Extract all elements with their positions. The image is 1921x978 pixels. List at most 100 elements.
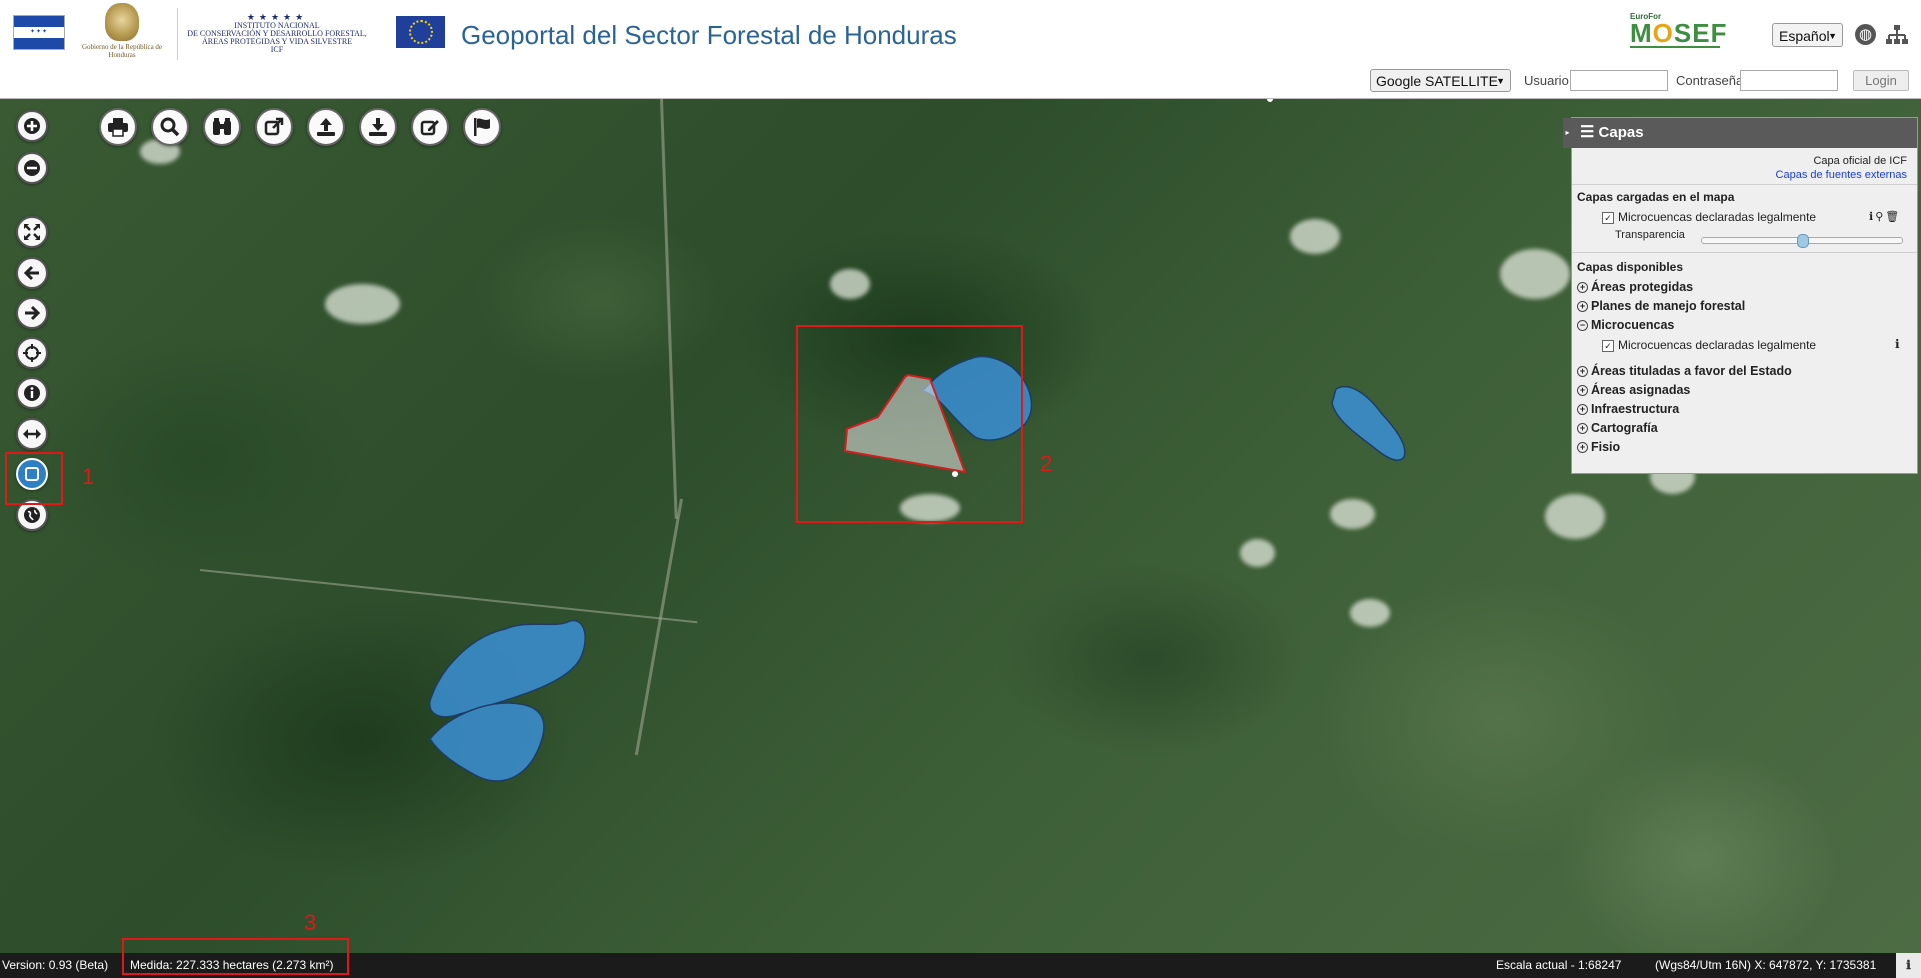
zoom-to-layer-icon[interactable]: ⚲ (1875, 210, 1883, 223)
version-text: Version: 0.93 (Beta) (2, 958, 109, 972)
layer-group-label: Áreas protegidas (1591, 280, 1694, 294)
loaded-layer-label: Microcuencas declaradas legalmente (1618, 210, 1817, 224)
layer-group-cartografia[interactable]: + Cartografía (1577, 421, 1658, 435)
find-button[interactable] (203, 108, 241, 146)
sublayer-checkbox[interactable]: ✓ (1602, 339, 1614, 352)
coat-of-arms-icon (105, 3, 139, 41)
search-button[interactable] (151, 108, 189, 146)
annotation-number-1: 1 (82, 464, 95, 489)
bookmark-button[interactable] (463, 108, 501, 146)
zoom-out-button[interactable] (16, 152, 48, 184)
vertex-handle (1267, 99, 1273, 102)
basemap-value: Google SATELLITE (1376, 73, 1498, 89)
login-button[interactable]: Login (1853, 70, 1909, 91)
external-layers-link[interactable]: Capas de fuentes externas (1776, 169, 1907, 181)
share-button[interactable] (255, 108, 293, 146)
mosef-text: MOSEF (1630, 18, 1726, 48)
layer-group-label: Planes de manejo forestal (1591, 299, 1746, 313)
layer-group-label: Infraestructura (1591, 402, 1680, 416)
header: ✦✦✦ Gobierno de la República de Honduras… (0, 0, 1921, 99)
menu-icon: ☰ (1580, 124, 1595, 141)
expand-icon: + (1577, 385, 1588, 397)
measure-distance-button[interactable] (16, 418, 48, 450)
minus-icon (24, 160, 40, 176)
external-link-icon (264, 117, 284, 136)
layer-group-fisio[interactable]: + Fisio (1577, 440, 1620, 454)
trash-icon[interactable]: 🗑 (1885, 210, 1899, 223)
arrow-left-icon (23, 265, 39, 281)
annotation-box-2 (796, 325, 1023, 523)
identify-button[interactable] (16, 377, 48, 409)
globe-icon[interactable]: ◍ (1855, 24, 1876, 45)
layer-group-areas-tituladas[interactable]: + Áreas tituladas a favor del Estado (1577, 364, 1792, 378)
official-layers-link[interactable]: Capa oficial de ICF (1813, 155, 1907, 167)
honduras-flag-icon: ✦✦✦ (13, 15, 65, 50)
username-input[interactable] (1570, 70, 1668, 91)
layer-group-areas-protegidas[interactable]: + Áreas protegidas (1577, 280, 1693, 294)
layer-group-label: Cartografía (1591, 421, 1658, 435)
password-label: Contraseña (1676, 73, 1744, 88)
upload-icon (317, 118, 335, 136)
panel-separator (1572, 184, 1917, 185)
transparency-slider-knob[interactable] (1797, 234, 1809, 248)
previous-view-button[interactable] (16, 257, 48, 289)
loaded-layer-actions: ℹ ⚲ 🗑 (1867, 209, 1899, 223)
layer-group-planes-manejo[interactable]: + Planes de manejo forestal (1577, 299, 1745, 313)
basemap-select[interactable]: Google SATELLITE ▼ (1370, 69, 1511, 92)
search-icon (160, 117, 180, 137)
edit-button[interactable] (411, 108, 449, 146)
plus-icon (24, 118, 40, 134)
annotation-box-1 (5, 452, 63, 505)
print-button[interactable] (99, 108, 137, 146)
microcuenca-polygon[interactable] (1331, 386, 1406, 461)
binoculars-icon (213, 118, 231, 135)
next-view-button[interactable] (16, 297, 48, 329)
layer-group-infraestructura[interactable]: + Infraestructura (1577, 402, 1679, 416)
expand-icon: + (1577, 366, 1588, 378)
info-icon[interactable]: ℹ (1896, 953, 1921, 978)
layers-panel-title: Capas (1598, 124, 1644, 141)
panel-separator (1572, 252, 1917, 253)
crosshair-icon (23, 344, 41, 362)
full-extent-button[interactable] (16, 216, 48, 248)
logo-divider (177, 8, 178, 60)
expand-icon (24, 224, 40, 240)
chevron-down-icon: ▼ (1496, 76, 1505, 86)
collapse-icon: − (1577, 320, 1588, 332)
zoom-in-button[interactable] (16, 110, 48, 142)
loaded-layer-checkbox[interactable]: ✓ (1602, 211, 1614, 224)
mosef-o: O (1652, 18, 1674, 48)
pan-button[interactable] (16, 337, 48, 369)
expand-icon: + (1577, 404, 1588, 416)
printer-icon (108, 118, 128, 137)
mosef-m: M (1630, 18, 1653, 48)
layer-group-areas-asignadas[interactable]: + Áreas asignadas (1577, 383, 1690, 397)
government-logo-text: Gobierno de la República de Honduras (81, 43, 163, 59)
username-label: Usuario (1524, 73, 1569, 88)
info-icon[interactable]: ℹ (1869, 210, 1873, 223)
layers-panel: ▸ ☰ Capas Capa oficial de ICF Capas de f… (1563, 117, 1918, 474)
password-input[interactable] (1740, 70, 1838, 91)
loaded-layers-heading: Capas cargadas en el mapa (1577, 190, 1735, 204)
loaded-layer-row: ✓ Microcuencas declaradas legalmente (1602, 210, 1816, 224)
download-button[interactable] (359, 108, 397, 146)
measure-result: Medida: 227.333 hectares (2.273 km²) (130, 958, 334, 972)
mosef-rest: SEF (1673, 18, 1728, 48)
layer-group-microcuencas[interactable]: − Microcuencas (1577, 318, 1674, 332)
expand-icon: + (1577, 423, 1588, 435)
info-icon (24, 385, 40, 401)
current-scale: Escala actual - 1:68247 (1496, 958, 1622, 972)
sitemap-icon[interactable] (1885, 24, 1909, 46)
panel-collapse-icon[interactable]: ▸ (1563, 118, 1572, 148)
sublayer-row: ✓ Microcuencas declaradas legalmente (1602, 338, 1816, 352)
info-icon[interactable]: ℹ (1895, 337, 1900, 351)
language-value: Español (1779, 28, 1830, 44)
layers-panel-header[interactable]: ☰ Capas (1572, 118, 1917, 148)
upload-button[interactable] (307, 108, 345, 146)
mosef-logo: EuroFor MOSEF (1630, 12, 1726, 52)
arrow-right-icon (25, 305, 41, 321)
language-select[interactable]: Español ▼ (1772, 23, 1843, 47)
horizontal-arrows-icon (23, 429, 41, 439)
transparency-slider[interactable] (1701, 234, 1903, 248)
globe-icon (24, 507, 40, 523)
